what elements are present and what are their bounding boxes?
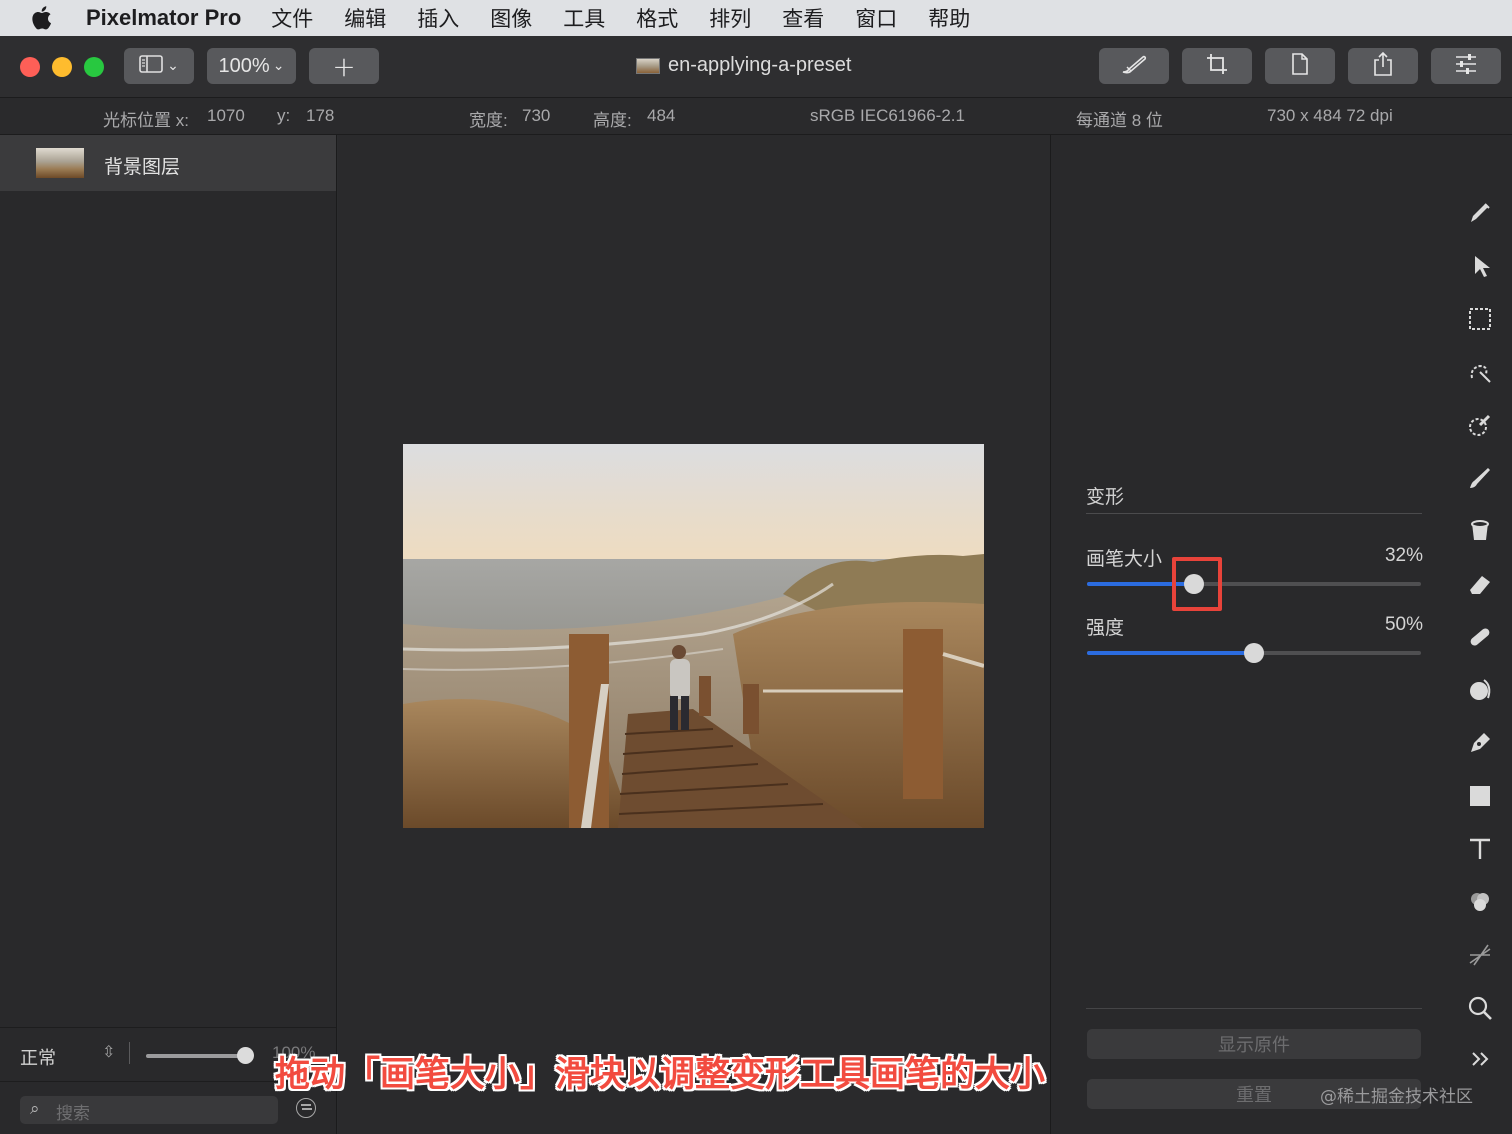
search-icon: ⌕ [30, 1099, 40, 1119]
up-down-chevron-icon[interactable]: ⇳ [102, 1042, 115, 1061]
magic-select-icon[interactable] [1464, 356, 1496, 388]
strength-value: 50% [1384, 614, 1423, 635]
height-label: 高度: [593, 111, 632, 130]
app-name-menu[interactable]: Pixelmator Pro [86, 5, 241, 31]
canvas-area[interactable] [338, 135, 1050, 1134]
image-dimensions: 730 x 484 72 dpi [1267, 106, 1393, 125]
chevron-down-icon: ⌄ [167, 58, 179, 74]
document-title: en-applying-a-preset [636, 54, 851, 77]
document-icon [1290, 52, 1310, 81]
filter-icon[interactable] [296, 1098, 316, 1118]
apple-menu-icon[interactable] [30, 5, 74, 31]
divider [129, 1042, 130, 1064]
zoom-level-value: 100% [218, 54, 270, 77]
tutorial-caption: 拖动「画笔大小」滑块以调整变形工具画笔的大小 [275, 1055, 1046, 1095]
zoom-window-button[interactable] [84, 57, 104, 77]
cursor-y-label: y: [277, 106, 291, 125]
menu-edit[interactable]: 编辑 [344, 3, 386, 33]
menu-format[interactable]: 格式 [636, 3, 678, 33]
document-thumbnail [636, 57, 660, 74]
zoom-icon[interactable] [1464, 992, 1496, 1024]
paint-icon[interactable] [1464, 462, 1496, 494]
beach-stairs-photo [403, 444, 984, 828]
image-info-bar: 光标位置 x: 1070 y: 178 宽度: 730 高度: 484 sRGB… [0, 98, 1512, 135]
color-adjust-icon[interactable] [1464, 886, 1496, 918]
paint-style-icon[interactable] [1464, 197, 1496, 229]
pen-icon[interactable] [1464, 727, 1496, 759]
share-button[interactable] [1348, 48, 1418, 84]
menu-help[interactable]: 帮助 [928, 3, 970, 33]
retouch-icon[interactable] [1464, 621, 1496, 653]
watermark: @稀土掘金技术社区 [1320, 1087, 1473, 1107]
menu-file[interactable]: 文件 [271, 3, 313, 33]
height-value: 484 [647, 106, 676, 125]
minimize-window-button[interactable] [52, 57, 72, 77]
width-value: 730 [522, 106, 551, 125]
edit-tools-button[interactable] [1099, 48, 1169, 84]
crop-button[interactable] [1182, 48, 1252, 84]
arrange-icon[interactable] [1464, 250, 1496, 282]
layers-sidebar: 背景图层 正常 ⇳ 100% ⌕ 搜索 [0, 135, 337, 1134]
cursor-x-label: 光标位置 x: [103, 111, 189, 130]
menu-tools[interactable]: 工具 [563, 3, 605, 33]
chevron-down-icon: ⌄ [272, 58, 285, 74]
zoom-level-button[interactable]: 100% ⌄ [207, 48, 296, 84]
show-original-button[interactable]: 显示原件 [1087, 1029, 1421, 1059]
bit-depth: 每通道 8 位 [1076, 111, 1163, 130]
shape-icon[interactable] [1464, 780, 1496, 812]
menu-image[interactable]: 图像 [490, 3, 532, 33]
layer-thumbnail [36, 148, 84, 178]
strength-slider[interactable] [1087, 643, 1421, 663]
tools-sidebar [1450, 135, 1512, 1134]
menu-arrange[interactable]: 排列 [709, 3, 751, 33]
document-image[interactable] [403, 444, 984, 828]
layers-search-input[interactable]: ⌕ 搜索 [20, 1096, 278, 1124]
opacity-slider[interactable] [146, 1054, 246, 1058]
distort-icon[interactable] [1464, 674, 1496, 706]
strength-knob[interactable] [1244, 643, 1264, 663]
bucket-icon[interactable] [1464, 515, 1496, 547]
color-profile: sRGB IEC61966-2.1 [810, 106, 965, 125]
menu-view[interactable]: 查看 [782, 3, 824, 33]
highlight-box [1172, 557, 1222, 611]
section-title: 变形 [1086, 486, 1125, 508]
cursor-y-value: 178 [306, 106, 335, 125]
type-icon[interactable] [1464, 833, 1496, 865]
brush-size-slider[interactable] [1087, 574, 1421, 594]
sidebar-icon [139, 54, 165, 79]
selection-icon[interactable] [1464, 303, 1496, 335]
brush-size-value: 32% [1384, 545, 1423, 566]
cursor-x-value: 1070 [207, 106, 245, 125]
export-button[interactable] [1265, 48, 1335, 84]
more-icon[interactable] [1464, 1043, 1496, 1075]
blend-mode-select[interactable]: 正常 [20, 1044, 56, 1070]
add-button[interactable]: + [309, 48, 379, 84]
layer-row[interactable]: 背景图层 [0, 135, 336, 191]
search-placeholder: 搜索 [56, 1104, 90, 1124]
divider [1086, 513, 1422, 514]
window-toolbar: ⌄ 100% ⌄ + en-applying-a-preset [0, 36, 1512, 98]
menu-bar: Pixelmator Pro 文件 编辑 插入 图像 工具 格式 排列 查看 窗… [0, 0, 1512, 36]
brush-size-label: 画笔大小 [1086, 548, 1163, 570]
erase-icon[interactable] [1464, 568, 1496, 600]
close-window-button[interactable] [20, 57, 40, 77]
strength-label: 强度 [1086, 617, 1125, 639]
adjustments-button[interactable] [1431, 48, 1501, 84]
divider [1086, 1008, 1422, 1009]
crop-icon [1205, 52, 1229, 81]
share-icon [1372, 51, 1394, 82]
color-select-icon[interactable] [1464, 409, 1496, 441]
tool-inspector: 变形 画笔大小 32% 强度 50% 显示原件 重置 [1050, 135, 1450, 1134]
sliders-icon [1454, 53, 1478, 80]
layer-name: 背景图层 [104, 156, 181, 178]
opacity-slider-knob[interactable] [237, 1047, 254, 1064]
strength-fill [1087, 651, 1254, 655]
brush-icon [1117, 51, 1151, 82]
document-title-text: en-applying-a-preset [668, 54, 852, 76]
effects-icon[interactable] [1464, 939, 1496, 971]
width-label: 宽度: [469, 111, 508, 130]
sidebar-toggle-button[interactable]: ⌄ [124, 48, 194, 84]
menu-insert[interactable]: 插入 [417, 3, 459, 33]
menu-window[interactable]: 窗口 [855, 3, 897, 33]
